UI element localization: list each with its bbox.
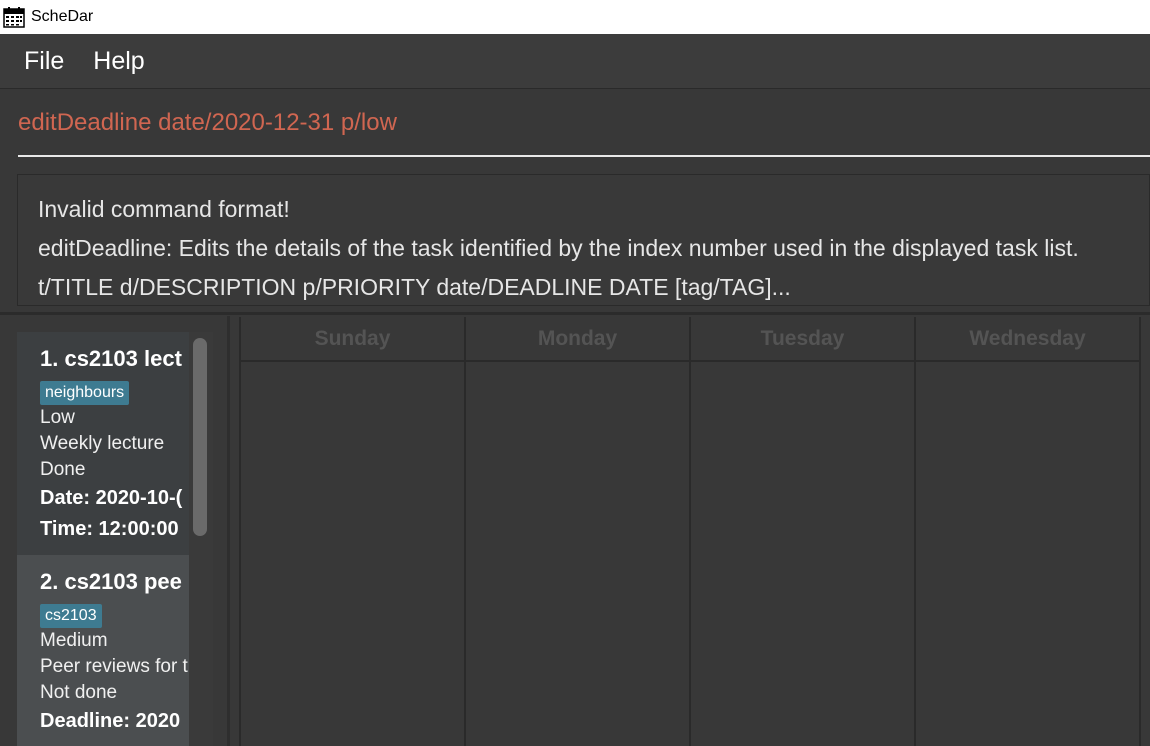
task-status: Not done bbox=[40, 682, 118, 703]
day-column-sunday[interactable]: Sunday bbox=[239, 317, 464, 746]
task-list: 1. cs2103 lect neighbours Low Weekly lec… bbox=[17, 332, 189, 746]
result-line: t/TITLE d/DESCRIPTION p/PRIORITY date/DE… bbox=[38, 274, 791, 300]
command-input[interactable]: editDeadline date/2020-12-31 p/low bbox=[18, 109, 397, 137]
day-header: Monday bbox=[466, 317, 689, 362]
task-description: Weekly lecture bbox=[40, 433, 165, 454]
task-description: Peer reviews for t bbox=[40, 656, 188, 677]
day-header: Sunday bbox=[241, 317, 464, 362]
task-card[interactable]: 1. cs2103 lect neighbours Low Weekly lec… bbox=[17, 332, 189, 555]
task-priority: Medium bbox=[40, 630, 108, 651]
panel-divider[interactable] bbox=[227, 316, 230, 746]
day-header: Wednesday bbox=[916, 317, 1139, 362]
task-status: Done bbox=[40, 459, 86, 480]
task-list-scrollbar[interactable] bbox=[189, 332, 213, 746]
result-display: Invalid command format! editDeadline: Ed… bbox=[17, 174, 1150, 306]
task-title: 2. cs2103 pee bbox=[40, 569, 182, 594]
day-header: Tuesday bbox=[691, 317, 914, 362]
result-line: editDeadline: Edits the details of the t… bbox=[38, 235, 1079, 261]
task-priority: Low bbox=[40, 407, 75, 428]
command-box: editDeadline date/2020-12-31 p/low bbox=[0, 88, 1150, 164]
result-line: Invalid command format! bbox=[38, 196, 290, 222]
menu-file[interactable]: File bbox=[24, 47, 64, 76]
task-tag: neighbours bbox=[40, 381, 130, 405]
title-bar: ScheDar bbox=[0, 0, 1150, 34]
task-time: Time: 12:00:00 bbox=[40, 518, 179, 540]
scroll-thumb[interactable] bbox=[193, 338, 207, 536]
day-column-tuesday[interactable]: Tuesday bbox=[689, 317, 914, 746]
calendar-icon bbox=[3, 7, 25, 28]
split-divider[interactable] bbox=[0, 312, 1150, 315]
task-tag: cs2103 bbox=[40, 604, 102, 628]
day-column-monday[interactable]: Monday bbox=[464, 317, 689, 746]
task-date: Date: 2020-10-( bbox=[40, 487, 183, 509]
window-title: ScheDar bbox=[31, 8, 94, 25]
task-title: 1. cs2103 lect bbox=[40, 346, 182, 371]
menu-bar: File Help bbox=[0, 34, 1150, 88]
day-column-wednesday[interactable]: Wednesday bbox=[914, 317, 1139, 746]
command-underline bbox=[18, 155, 1150, 157]
day-column-next bbox=[1139, 317, 1150, 746]
task-card[interactable]: 2. cs2103 pee cs2103 Medium Peer reviews… bbox=[17, 555, 189, 746]
menu-help[interactable]: Help bbox=[93, 47, 144, 76]
calendar-view: Sunday Monday Tuesday Wednesday bbox=[239, 317, 1150, 746]
task-deadline: Deadline: 2020 bbox=[40, 710, 181, 732]
